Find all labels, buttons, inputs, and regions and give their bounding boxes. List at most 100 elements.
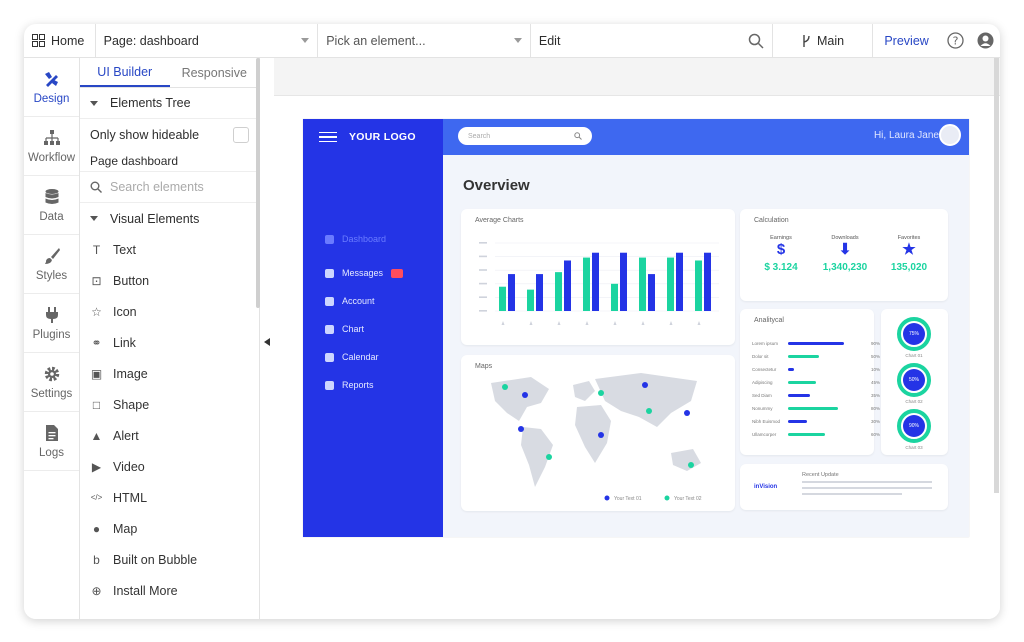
branch-selector[interactable]: Main: [773, 24, 873, 58]
visual-element-built-on-bubble[interactable]: b Built on Bubble: [80, 544, 259, 575]
x-tick-label: [529, 321, 533, 325]
visual-element-video[interactable]: ▶ Video: [80, 451, 259, 482]
chart-bar: [611, 283, 618, 311]
collapse-panel-icon[interactable]: [264, 338, 270, 346]
element-picker[interactable]: Pick an element...: [318, 24, 531, 58]
button-icon: ⊡: [91, 273, 102, 288]
edit-menu[interactable]: Edit: [531, 24, 774, 58]
visual-elements-toggle[interactable]: Visual Elements: [80, 203, 259, 234]
rail-item-data[interactable]: Data: [24, 176, 79, 235]
map-pin: [642, 382, 648, 388]
world-map: Your Text 01 Your Text 02: [491, 373, 702, 502]
x-tick-label: [585, 321, 589, 325]
visual-element-label: Link: [113, 335, 136, 350]
chart-bar: [620, 252, 627, 311]
visual-element-link[interactable]: ⚭ Link: [80, 327, 259, 358]
chart-bar: [499, 286, 506, 311]
dash-nav-account: Account: [325, 296, 375, 306]
menu-icon: [319, 132, 337, 142]
visual-element-map[interactable]: ● Map: [80, 513, 259, 544]
calculation-title: Calculation: [754, 217, 789, 224]
dash-nav-chart: Chart: [325, 324, 364, 334]
map-pin: [522, 392, 528, 398]
rail-label-workflow: Workflow: [27, 151, 76, 164]
preview-button[interactable]: Preview: [873, 24, 941, 58]
analytical-row: Adipiscing 45%: [752, 378, 880, 387]
rail-label-design: Design: [33, 92, 70, 105]
rail-item-logs[interactable]: Logs: [24, 412, 79, 471]
analytical-card: Analitycal Lorem ipsum 90% Dolor sit 50% Con…: [740, 309, 880, 455]
visual-element-button[interactable]: ⊡ Button: [80, 265, 259, 296]
progress-ring: 75%: [897, 317, 931, 351]
dash-nav-dashboard: Dashboard: [325, 234, 386, 244]
visual-element-install-more[interactable]: ⊕ Install More: [80, 575, 259, 606]
map-pin: [646, 408, 652, 414]
map-pin: [598, 390, 604, 396]
plug-icon: [45, 306, 58, 323]
calc-value: 135,020: [890, 262, 928, 273]
only-hideable-row: Only show hideable: [80, 119, 259, 150]
built-on-bubble-icon: b: [93, 552, 100, 567]
only-hideable-label: Only show hideable: [90, 127, 200, 142]
account-button[interactable]: [970, 24, 1000, 58]
page-selector[interactable]: Page: dashboard: [96, 24, 319, 58]
analytical-row: Nibh Euismod 30%: [752, 417, 880, 426]
panel-scrollbar[interactable]: [256, 58, 260, 308]
rail-item-settings[interactable]: Settings: [24, 353, 79, 412]
map-pin: [598, 432, 604, 438]
visual-element-label: Text: [113, 242, 136, 257]
design-icon: [44, 71, 58, 87]
dash-header: YOUR LOGO Search Hi, Laura Jane: [303, 119, 969, 155]
rail-label-data: Data: [39, 210, 64, 223]
chevron-down-icon: [513, 38, 522, 43]
analytical-label: Nonummy: [752, 406, 773, 411]
visual-element-shape[interactable]: □ Shape: [80, 389, 259, 420]
calc-icon: ★: [902, 241, 916, 258]
video-icon: ▶: [91, 459, 102, 474]
home-button[interactable]: Home: [24, 24, 96, 58]
help-button[interactable]: ?: [940, 24, 970, 58]
chart-bar: [667, 257, 674, 311]
analytical-bar: [788, 368, 794, 371]
tree-item-page[interactable]: Page dashboard: [80, 150, 259, 172]
visual-element-icon[interactable]: ☆ Icon: [80, 296, 259, 327]
analytical-row: Nonummy 80%: [752, 404, 880, 413]
edit-label: Edit: [538, 33, 561, 48]
tab-responsive[interactable]: Responsive: [170, 58, 260, 87]
visual-element-image[interactable]: ▣ Image: [80, 358, 259, 389]
x-tick-label: [641, 321, 645, 325]
search-icon: [574, 132, 582, 140]
ring-label: Chart 03: [905, 445, 923, 450]
nav-icon: [325, 234, 334, 244]
panel-tabs: UI Builder Responsive: [80, 58, 259, 88]
dash-nav-label: Messages: [342, 268, 384, 278]
search-elements-input[interactable]: Search elements: [110, 180, 204, 194]
canvas-scrollbar[interactable]: [994, 58, 999, 493]
only-hideable-checkbox[interactable]: [233, 126, 249, 143]
rings-card: 75% Chart 01 50% Chart 02 90% Chart 03: [881, 309, 948, 455]
recent-brand: inVision: [754, 484, 778, 490]
rail-item-styles[interactable]: Styles: [24, 235, 79, 294]
recent-text-line: [802, 493, 902, 495]
elements-tree-toggle[interactable]: Elements Tree: [80, 88, 259, 119]
dash-nav-label: Calendar: [342, 352, 379, 362]
analytical-row: Lorem ipsum 90%: [752, 339, 880, 348]
search-elements[interactable]: Search elements: [80, 172, 259, 203]
dash-nav-reports: Reports: [325, 380, 374, 390]
rail-item-design[interactable]: Design: [24, 58, 79, 117]
rail-item-plugins[interactable]: Plugins: [24, 294, 79, 353]
progress-ring: 50%: [897, 363, 931, 397]
dash-logo-text: YOUR LOGO: [349, 131, 416, 143]
visual-element-text[interactable]: T Text: [80, 234, 259, 265]
dashboard-preview[interactable]: YOUR LOGO Search Hi, Laura Jane Dashboar…: [303, 119, 969, 537]
rail-item-workflow[interactable]: Workflow: [24, 117, 79, 176]
ring-value: 75%: [903, 323, 925, 345]
visual-element-label: HTML: [113, 490, 148, 505]
legend-dot: [664, 495, 670, 501]
calculation-card: Calculation Earnings $ $ 3.124 Downloads ⬇ 1,…: [740, 209, 948, 301]
visual-element-alert[interactable]: ▲ Alert: [80, 420, 259, 451]
dash-title: Overview: [463, 177, 530, 194]
tab-ui-builder[interactable]: UI Builder: [80, 58, 170, 87]
search-icon[interactable]: [748, 33, 764, 49]
visual-element-html[interactable]: </> HTML: [80, 482, 259, 513]
